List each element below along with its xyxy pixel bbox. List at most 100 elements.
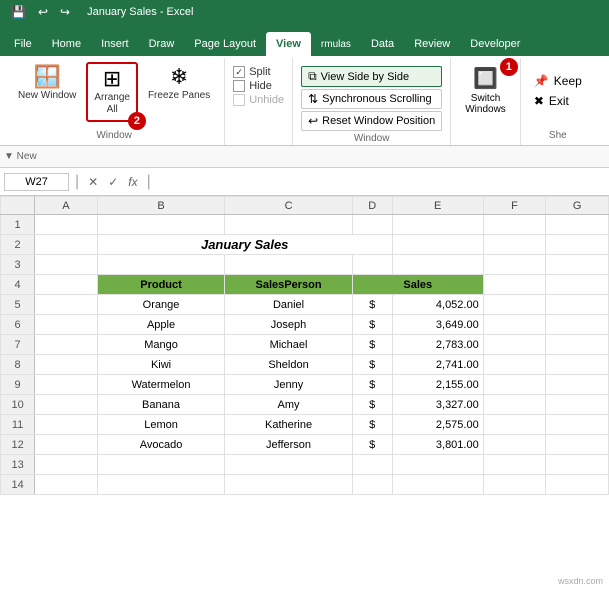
cell-e3[interactable] [392,255,483,275]
hide-checkbox-item[interactable]: Hide [233,80,284,92]
view-side-by-side-button[interactable]: ⧉ View Side by Side [301,66,442,87]
header-product[interactable]: Product [97,275,225,295]
confirm-formula-icon[interactable]: ✓ [105,175,121,189]
cell-g3[interactable] [546,255,609,275]
cell-f9[interactable] [483,375,546,395]
col-header-e[interactable]: E [392,197,483,215]
unhide-checkbox[interactable] [233,94,245,106]
tab-data[interactable]: Data [361,32,404,56]
new-dropdown[interactable]: ▼ New [4,151,37,162]
tab-home[interactable]: Home [42,32,91,56]
cell-g6[interactable] [546,315,609,335]
cell-a5[interactable] [35,295,98,315]
cell-c1[interactable] [225,215,353,235]
header-sales[interactable]: Sales [352,275,483,295]
tab-review[interactable]: Review [404,32,460,56]
cell-product-12[interactable]: Avocado [97,435,225,455]
cell-dollar-8[interactable]: $ [352,355,392,375]
cell-c14[interactable] [225,475,353,495]
cell-person-6[interactable]: Joseph [225,315,353,335]
formula-input[interactable] [157,176,605,188]
cell-amount-9[interactable]: 2,155.00 [392,375,483,395]
cell-a7[interactable] [35,335,98,355]
cell-f3[interactable] [483,255,546,275]
cell-b1[interactable] [97,215,225,235]
cell-product-7[interactable]: Mango [97,335,225,355]
cell-dollar-7[interactable]: $ [352,335,392,355]
cell-person-5[interactable]: Daniel [225,295,353,315]
cell-a8[interactable] [35,355,98,375]
cell-g5[interactable] [546,295,609,315]
cell-product-10[interactable]: Banana [97,395,225,415]
cell-amount-11[interactable]: 2,575.00 [392,415,483,435]
cell-person-12[interactable]: Jefferson [225,435,353,455]
cell-b3[interactable] [97,255,225,275]
cell-f1[interactable] [483,215,546,235]
col-header-a[interactable]: A [35,197,98,215]
cell-amount-12[interactable]: 3,801.00 [392,435,483,455]
header-salesperson[interactable]: SalesPerson [225,275,353,295]
cell-g12[interactable] [546,435,609,455]
cell-product-11[interactable]: Lemon [97,415,225,435]
cell-dollar-6[interactable]: $ [352,315,392,335]
cell-f11[interactable] [483,415,546,435]
tab-page-layout[interactable]: Page Layout [184,32,266,56]
cell-a12[interactable] [35,435,98,455]
cell-a11[interactable] [35,415,98,435]
cell-a2[interactable] [35,235,98,255]
col-header-c[interactable]: C [225,197,353,215]
cell-person-11[interactable]: Katherine [225,415,353,435]
cell-e13[interactable] [392,455,483,475]
cell-g10[interactable] [546,395,609,415]
cell-dollar-9[interactable]: $ [352,375,392,395]
cell-d14[interactable] [352,475,392,495]
cell-g8[interactable] [546,355,609,375]
exit-button[interactable]: ✖ Exit [529,92,574,110]
cell-c3[interactable] [225,255,353,275]
col-header-b[interactable]: B [97,197,225,215]
new-window-button[interactable]: 🪟 New Window [12,62,82,106]
cancel-formula-icon[interactable]: ✕ [85,175,101,189]
cell-g2[interactable] [546,235,609,255]
cell-g9[interactable] [546,375,609,395]
cell-product-9[interactable]: Watermelon [97,375,225,395]
reset-window-position-button[interactable]: ↩ Reset Window Position [301,111,442,131]
tab-insert[interactable]: Insert [91,32,139,56]
cell-a14[interactable] [35,475,98,495]
split-checkbox-item[interactable]: ✓ Split [233,66,284,78]
cell-a10[interactable] [35,395,98,415]
cell-f10[interactable] [483,395,546,415]
cell-f13[interactable] [483,455,546,475]
cell-f8[interactable] [483,355,546,375]
tab-view[interactable]: View [266,32,311,56]
cell-f12[interactable] [483,435,546,455]
undo-icon[interactable]: ↩ [35,4,51,20]
cell-g13[interactable] [546,455,609,475]
cell-product-5[interactable]: Orange [97,295,225,315]
cell-dollar-11[interactable]: $ [352,415,392,435]
cell-f7[interactable] [483,335,546,355]
cell-person-8[interactable]: Sheldon [225,355,353,375]
unhide-checkbox-item[interactable]: Unhide [233,94,284,106]
freeze-panes-button[interactable]: ❄ Freeze Panes [142,62,216,106]
cell-e14[interactable] [392,475,483,495]
cell-g1[interactable] [546,215,609,235]
col-header-d[interactable]: D [352,197,392,215]
cell-amount-10[interactable]: 3,327.00 [392,395,483,415]
cell-f4[interactable] [483,275,546,295]
cell-a9[interactable] [35,375,98,395]
cell-d3[interactable] [352,255,392,275]
split-checkbox[interactable]: ✓ [233,66,245,78]
cell-f2[interactable] [483,235,546,255]
cell-d13[interactable] [352,455,392,475]
hide-checkbox[interactable] [233,80,245,92]
cell-product-8[interactable]: Kiwi [97,355,225,375]
tab-file[interactable]: File [4,32,42,56]
cell-e1[interactable] [392,215,483,235]
cell-b13[interactable] [97,455,225,475]
tab-formulas[interactable]: rmulas [311,33,361,56]
cell-a1[interactable] [35,215,98,235]
cell-c13[interactable] [225,455,353,475]
cell-dollar-10[interactable]: $ [352,395,392,415]
cell-dollar-12[interactable]: $ [352,435,392,455]
